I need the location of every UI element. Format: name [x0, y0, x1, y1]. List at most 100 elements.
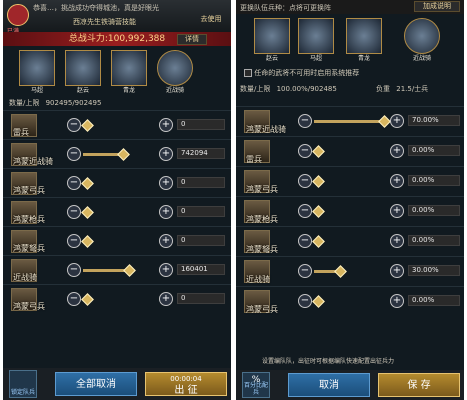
percent-input[interactable]: 0.00%	[408, 295, 460, 306]
decrease-button[interactable]: −	[298, 294, 312, 308]
increase-button[interactable]: +	[159, 176, 173, 190]
badge	[7, 4, 29, 26]
unit-name: 鸿蒙枪兵	[13, 215, 45, 224]
unit-list: 鸿蒙近战骑 − + 70.00% 雷兵 − + 0.00% 鸿蒙弓兵 − + 0…	[236, 106, 464, 316]
bonus-info-button[interactable]: 加成说明	[414, 1, 460, 12]
save-button[interactable]: 保 存	[378, 373, 460, 397]
hero-slot[interactable]: 赵云	[65, 50, 101, 94]
march-button[interactable]: 00:00:04 出 征	[145, 372, 227, 396]
slider-knob[interactable]	[123, 264, 136, 277]
percent-allocate-button[interactable]: % 百分比配兵	[242, 372, 270, 398]
increase-button[interactable]: +	[390, 264, 404, 278]
decrease-button[interactable]: −	[298, 234, 312, 248]
qty-row: 数量/上限 100.00%/902485 负重 21.5/士兵	[236, 84, 464, 94]
slider-knob[interactable]	[117, 148, 130, 161]
amount-input[interactable]: 0	[177, 206, 225, 217]
unit-row: 鸿蒙近战骑 − + 70.00%	[236, 106, 464, 136]
unit-name: 鸿蒙近战骑	[246, 125, 286, 134]
system-recommend-checkbox[interactable]	[244, 69, 252, 77]
unit-row: 鸿蒙枪兵 − + 0	[3, 197, 231, 226]
load-value: 21.5/士兵	[396, 85, 429, 93]
unit-name: 近战骑	[246, 275, 270, 284]
detail-button[interactable]: 详情	[177, 34, 207, 45]
hero-slot[interactable]: 近战骑	[404, 18, 440, 62]
unit-row: 鸿蒙近战骑 − + 742094	[3, 139, 231, 168]
increase-button[interactable]: +	[159, 147, 173, 161]
lock-troops-button[interactable]: 锁定队兵	[9, 370, 37, 398]
unit-row: 近战骑 − + 160401	[3, 255, 231, 284]
use-button[interactable]: 去使用	[197, 13, 225, 25]
amount-input[interactable]: 160401	[177, 264, 225, 275]
increase-button[interactable]: +	[159, 263, 173, 277]
increase-button[interactable]: +	[390, 234, 404, 248]
decrease-button[interactable]: −	[298, 114, 312, 128]
decrease-button[interactable]: −	[298, 174, 312, 188]
slider-knob[interactable]	[81, 235, 94, 248]
decrease-button[interactable]: −	[67, 176, 81, 190]
amount-input[interactable]: 0	[177, 177, 225, 188]
hero-slot[interactable]: 青龙	[111, 50, 147, 94]
hero-slot[interactable]: 马超	[19, 50, 55, 94]
slider-knob[interactable]	[312, 295, 325, 308]
percent-input[interactable]: 0.00%	[408, 235, 460, 246]
percent-input[interactable]: 0.00%	[408, 145, 460, 156]
hero-slot[interactable]: 赵云	[254, 18, 290, 62]
decrease-button[interactable]: −	[67, 147, 81, 161]
increase-button[interactable]: +	[390, 114, 404, 128]
increase-button[interactable]: +	[390, 174, 404, 188]
increase-button[interactable]: +	[390, 294, 404, 308]
slider-knob[interactable]	[334, 265, 347, 278]
bottom-bar: % 百分比配兵 取消 保 存	[236, 370, 464, 400]
decrease-button[interactable]: −	[67, 118, 81, 132]
amount-input[interactable]: 0	[177, 235, 225, 246]
percent-input[interactable]: 0.00%	[408, 205, 460, 216]
amount-input[interactable]: 0	[177, 293, 225, 304]
slider-knob[interactable]	[312, 175, 325, 188]
hero-slot[interactable]: 青龙	[346, 18, 382, 62]
slider-knob[interactable]	[81, 293, 94, 306]
unit-name: 鸿蒙弩兵	[13, 244, 45, 253]
qty-label: 数量/上限	[240, 85, 271, 93]
cancel-button[interactable]: 取消	[288, 373, 370, 397]
percent-input[interactable]: 30.00%	[408, 265, 460, 276]
increase-button[interactable]: +	[390, 204, 404, 218]
slider-knob[interactable]	[378, 115, 391, 128]
slider-track	[314, 120, 386, 123]
slider-knob[interactable]	[81, 206, 94, 219]
increase-button[interactable]: +	[159, 292, 173, 306]
increase-button[interactable]: +	[159, 118, 173, 132]
decrease-button[interactable]: −	[67, 234, 81, 248]
amount-input[interactable]: 742094	[177, 148, 225, 159]
qty-value: 100.00%/902485	[276, 85, 337, 93]
increase-button[interactable]: +	[159, 205, 173, 219]
unit-name: 鸿蒙弓兵	[246, 305, 278, 314]
qty-label: 数量/上限	[9, 99, 40, 107]
hero-slot[interactable]: 近战骑	[157, 50, 193, 94]
unit-row: 雷兵 − + 0.00%	[236, 136, 464, 166]
bottom-bar: 锁定队兵 全部取消 00:00:04 出 征	[3, 368, 231, 400]
increase-button[interactable]: +	[159, 234, 173, 248]
unit-row: 鸿蒙弓兵 − + 0	[3, 168, 231, 197]
unit-row: 鸿蒙弩兵 − + 0	[3, 226, 231, 255]
slider-knob[interactable]	[81, 119, 94, 132]
unit-row: 近战骑 − + 30.00%	[236, 256, 464, 286]
decrease-button[interactable]: −	[298, 264, 312, 278]
unit-name: 雷兵	[246, 155, 262, 164]
decrease-button[interactable]: −	[298, 144, 312, 158]
slider-knob[interactable]	[312, 145, 325, 158]
slider-knob[interactable]	[81, 177, 94, 190]
amount-input[interactable]: 0	[177, 119, 225, 130]
increase-button[interactable]: +	[390, 144, 404, 158]
march-label: 出 征	[174, 385, 198, 396]
decrease-button[interactable]: −	[67, 263, 81, 277]
slider-knob[interactable]	[312, 205, 325, 218]
hero-slot[interactable]: 马超	[298, 18, 334, 62]
percent-input[interactable]: 70.00%	[408, 115, 460, 126]
percent-input[interactable]: 0.00%	[408, 175, 460, 186]
decrease-button[interactable]: −	[298, 204, 312, 218]
slider-knob[interactable]	[312, 235, 325, 248]
cancel-all-button[interactable]: 全部取消	[55, 372, 137, 396]
hero-row: 马超 赵云 青龙 近战骑	[3, 48, 231, 96]
decrease-button[interactable]: −	[67, 205, 81, 219]
decrease-button[interactable]: −	[67, 292, 81, 306]
